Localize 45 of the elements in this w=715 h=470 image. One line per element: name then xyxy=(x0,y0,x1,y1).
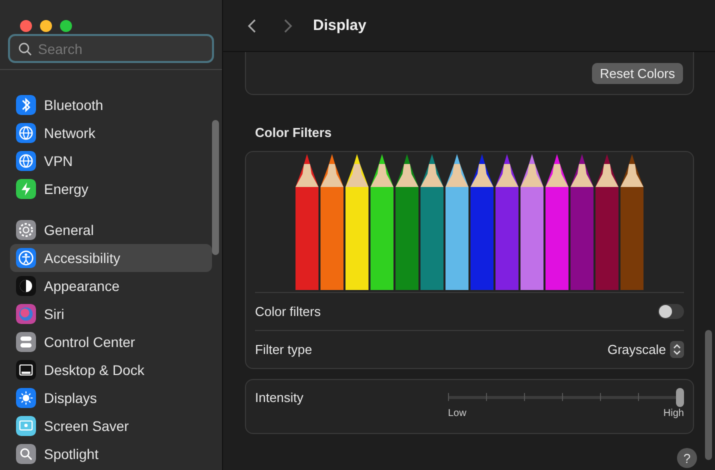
search-icon xyxy=(16,444,36,464)
popup-value[interactable]: Grayscale xyxy=(607,342,666,357)
scrollbar-thumb[interactable] xyxy=(705,330,712,460)
sun-icon xyxy=(16,388,36,408)
screen-icon xyxy=(16,416,36,436)
close-button[interactable] xyxy=(20,20,32,32)
slider-thumb[interactable] xyxy=(676,388,684,407)
zoom-button[interactable] xyxy=(60,20,72,32)
scrollbar-thumb[interactable] xyxy=(212,120,219,255)
sidebar-item[interactable]: General xyxy=(10,216,212,244)
search-field[interactable]: Search xyxy=(8,34,214,63)
globe-icon xyxy=(16,123,36,143)
toggle-switch[interactable] xyxy=(658,304,684,319)
sidebar-item[interactable]: Network xyxy=(10,119,212,147)
reset-colors-button[interactable]: Reset Colors xyxy=(592,62,683,84)
sidebar-item[interactable]: Spotlight xyxy=(10,440,212,468)
high-label: High xyxy=(663,408,684,419)
minimize-button[interactable] xyxy=(40,20,52,32)
globe-icon xyxy=(16,151,36,171)
intensity-label: Intensity xyxy=(255,390,304,407)
sidebar-item[interactable]: Screen Saver xyxy=(10,412,212,440)
sidebar-item[interactable]: VPN xyxy=(10,147,212,175)
sidebar-item[interactable]: Displays xyxy=(10,384,212,412)
sidebar-item[interactable]: Siri xyxy=(10,300,212,328)
low-label: Low xyxy=(448,408,466,419)
dock-icon xyxy=(16,360,36,380)
bolt-icon xyxy=(16,179,36,199)
siri-icon xyxy=(16,304,36,324)
gear-icon xyxy=(16,220,36,240)
sidebar-item[interactable]: Bluetooth xyxy=(10,91,212,119)
bt-icon xyxy=(16,95,36,115)
sidebar-item[interactable]: Energy xyxy=(10,175,212,203)
sidebar-item[interactable]: Accessibility xyxy=(10,244,212,272)
window-title: Display xyxy=(313,17,366,34)
row-label: Filter type xyxy=(255,342,312,357)
sidebar-item[interactable]: Appearance xyxy=(10,272,212,300)
cc-icon xyxy=(16,332,36,352)
row-label: Color filters xyxy=(255,304,321,319)
person-icon xyxy=(16,248,36,268)
sidebar-item[interactable]: Desktop & Dock xyxy=(10,356,212,384)
section-heading: Color Filters xyxy=(255,125,333,142)
help-button[interactable]: ? xyxy=(677,448,697,468)
sidebar-item[interactable]: Control Center xyxy=(10,328,212,356)
half-icon xyxy=(16,276,36,296)
intensity-slider[interactable] xyxy=(448,388,684,406)
